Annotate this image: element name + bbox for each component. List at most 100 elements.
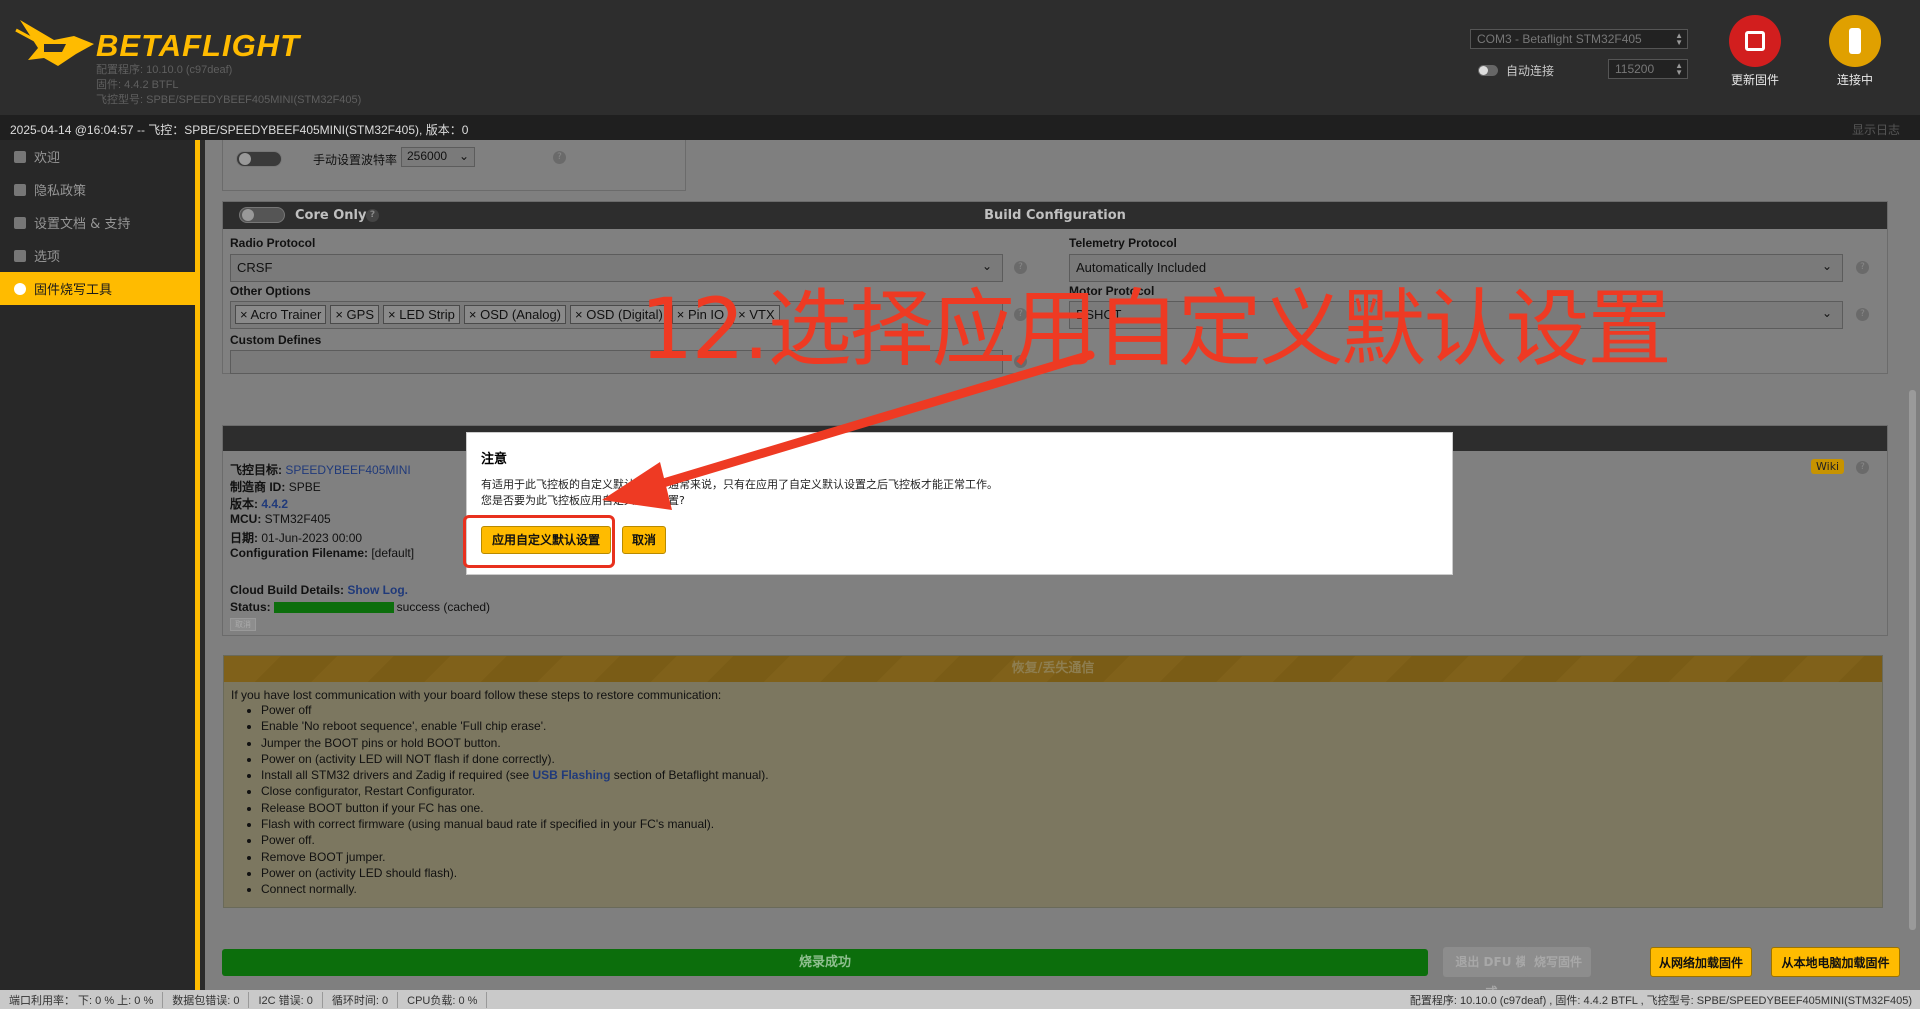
baud-value: 115200 (1615, 62, 1655, 76)
target-value[interactable]: SPEEDYBEEF405MINI (285, 463, 410, 477)
small-cancel-button[interactable]: 取消 (230, 618, 256, 631)
sidebar-item-options[interactable]: 选项 (0, 239, 195, 272)
sidebar-item-label: 隐私政策 (34, 184, 87, 199)
sidebar-item-label: 设置文档 & 支持 (34, 217, 131, 232)
bottom-status-bar: 端口利用率： 下: 0 % 上: 0 % 数据包错误: 0 I2C 错误: 0 … (0, 990, 1920, 1009)
port-select[interactable]: COM3 - Betaflight STM32F405 ▲ ▼ (1470, 29, 1688, 49)
option-tag[interactable]: × OSD (Analog) (463, 305, 566, 324)
manual-baud-label: 手动设置波特率 (313, 153, 398, 167)
option-tag[interactable]: × LED Strip (383, 305, 460, 324)
list-item: Jumper the BOOT pins or hold BOOT button… (261, 735, 1882, 751)
option-tag[interactable]: × GPS (330, 305, 379, 324)
help-icon[interactable]: ? (1856, 261, 1869, 274)
help-icon[interactable]: ? (553, 151, 566, 164)
option-tag[interactable]: × Acro Trainer (235, 305, 327, 324)
spinner-arrows-icon: ▲ ▼ (1675, 31, 1683, 47)
manufacturer-row: 制造商 ID: SPBE (230, 480, 321, 494)
recovery-panel: 恢复/丢失通信 If you have lost communication w… (223, 655, 1883, 908)
privacy-icon (14, 183, 26, 196)
radio-protocol-label: Radio Protocol (230, 236, 316, 250)
highlight-box (463, 515, 615, 568)
cloud-build-row: Cloud Build Details: Show Log. (230, 583, 408, 597)
manual-baud-toggle[interactable] (236, 151, 282, 167)
cycle-time: 循环时间: 0 (323, 991, 399, 1008)
load-online-firmware-button[interactable]: 从网络加载固件 (1650, 947, 1752, 977)
update-firmware-button[interactable]: 更新固件 (1720, 15, 1790, 88)
help-icon[interactable]: ? (366, 209, 379, 222)
recovery-intro: If you have lost communication with your… (231, 688, 722, 702)
flasher-icon (14, 282, 26, 295)
version-row: 版本: 4.4.2 (230, 497, 289, 511)
baud-panel: 手动设置波特率 256000 ⌄ ? (222, 140, 686, 191)
port-usage: 端口利用率： 下: 0 % 上: 0 % (0, 991, 164, 1008)
configurator-version: 配置程序: 10.10.0 (c97deaf) (96, 64, 233, 76)
brand-title: BETAFLIGHT (96, 28, 301, 63)
status-strip: 2025-04-14 @16:04:57 -- 飞控：SPBE/SPEEDYBE… (0, 115, 1920, 140)
custom-defines-label: Custom Defines (230, 333, 322, 347)
date-row: 日期: 01-Jun-2023 00:00 (230, 531, 363, 545)
list-item: Power on (activity LED will NOT flash if… (261, 751, 1882, 767)
sidebar-item-welcome[interactable]: 欢迎 (0, 140, 195, 173)
help-icon[interactable]: ? (1856, 461, 1869, 474)
core-only-label: Core Only (295, 208, 367, 223)
usb-plug-icon (1829, 15, 1881, 67)
manual-baud-select[interactable]: 256000 ⌄ (401, 147, 475, 167)
build-configuration-header: Core Only ? Build Configuration (223, 202, 1887, 229)
recovery-steps: Power off Enable 'No reboot sequence', e… (261, 702, 1882, 898)
auto-connect[interactable]: 自动连接 (1478, 62, 1554, 79)
betaflight-bee-logo-icon (15, 20, 94, 66)
list-item: Close configurator, Restart Configurator… (261, 783, 1882, 799)
chevron-down-icon: ⌄ (1821, 259, 1832, 273)
usb-flashing-link[interactable]: USB Flashing (532, 768, 610, 782)
mcu-row: MCU: STM32F405 (230, 512, 331, 526)
sidebar-item-privacy[interactable]: 隐私政策 (0, 173, 195, 206)
connect-label: 连接中 (1836, 73, 1873, 87)
list-item: Power on (activity LED should flash). (261, 865, 1882, 881)
dialog-title: 注意 (481, 452, 508, 467)
status-strip-text: 2025-04-14 @16:04:57 -- 飞控：SPBE/SPEEDYBE… (10, 123, 469, 137)
load-local-firmware-button[interactable]: 从本地电脑加载固件 (1771, 947, 1900, 977)
sidebar-item-firmware-flasher[interactable]: 固件烧写工具 (0, 272, 195, 305)
list-item: Remove BOOT jumper. (261, 849, 1882, 865)
chip-icon (1729, 15, 1781, 67)
update-firmware-label: 更新固件 (1730, 73, 1779, 87)
scrollbar-thumb[interactable] (1909, 390, 1916, 930)
sidebar-item-label: 欢迎 (34, 151, 61, 166)
help-icon[interactable]: ? (1856, 308, 1869, 321)
sidebar-item-label: 选项 (34, 250, 61, 265)
annotation-text: 12.选择应用自定义默认设置 (640, 280, 1672, 378)
manual-baud-value: 256000 (407, 149, 448, 163)
dialog-message: 有适用于此飞控板的自定义默认设置。通常来说，只有在应用了自定义默认设置之后飞控板… (481, 478, 998, 507)
cancel-button[interactable]: 取消 (622, 526, 666, 554)
welcome-icon (14, 150, 26, 163)
cpu-load: CPU负载: 0 % (398, 991, 488, 1008)
i2c-errors: I2C 错误: 0 (249, 991, 323, 1008)
telemetry-protocol-label: Telemetry Protocol (1069, 236, 1177, 250)
top-bar: BETAFLIGHT 配置程序: 10.10.0 (c97deaf) 固件: 4… (0, 0, 1920, 115)
other-options-label: Other Options (230, 284, 311, 298)
show-log-link[interactable]: 显示日志 (1852, 121, 1900, 138)
gear-icon (14, 249, 26, 262)
flash-firmware-button[interactable]: 烧写固件 (1525, 947, 1591, 977)
sidebar-item-docs[interactable]: 设置文档 & 支持 (0, 206, 195, 239)
sidebar: 欢迎 隐私政策 设置文档 & 支持 选项 固件烧写工具 (0, 140, 200, 990)
show-log-link[interactable]: Show Log. (347, 583, 408, 597)
auto-connect-toggle[interactable] (1478, 65, 1498, 76)
docs-icon (14, 216, 26, 229)
scrollbar[interactable] (1905, 140, 1920, 990)
wiki-button[interactable]: Wiki (1811, 459, 1845, 474)
list-item: Flash with correct firmware (using manua… (261, 816, 1882, 832)
config-filename-row: Configuration Filename: [default] (230, 546, 415, 560)
chevron-down-icon: ⌄ (1821, 306, 1832, 320)
recovery-header: 恢复/丢失通信 (224, 656, 1882, 682)
list-item: Install all STM32 drivers and Zadig if r… (261, 767, 1882, 783)
radio-protocol-value: CRSF (237, 260, 273, 275)
list-item: Power off (261, 702, 1882, 718)
connect-button[interactable]: 连接中 (1820, 15, 1890, 88)
flash-progress-bar: 烧录成功 (222, 949, 1428, 976)
list-item: Enable 'No reboot sequence', enable 'Ful… (261, 718, 1882, 734)
fc-model: 飞控型号: SPBE/SPEEDYBEEF405MINI(STM32F405) (96, 94, 362, 106)
list-item: Power off. (261, 832, 1882, 848)
baud-select[interactable]: 115200 ▲ ▼ (1608, 59, 1688, 79)
core-only-toggle[interactable] (239, 207, 285, 223)
